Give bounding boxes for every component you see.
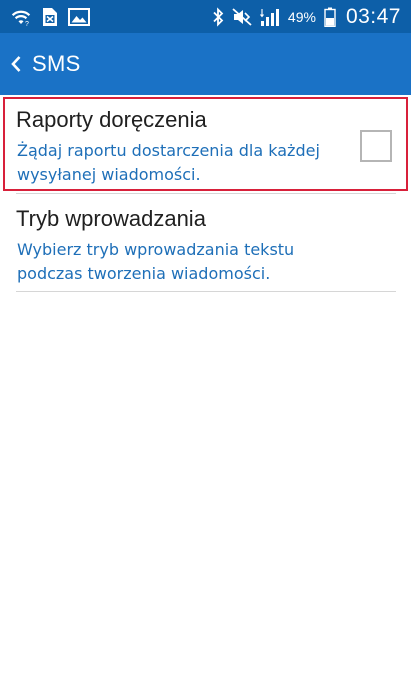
- list-item-delivery-reports[interactable]: Raporty doręczenia Żądaj raportu dostarc…: [0, 97, 411, 191]
- status-bar: ? 49% 03:47: [0, 0, 411, 33]
- battery-icon: [324, 7, 336, 27]
- signal-icon: [259, 7, 282, 27]
- chevron-left-icon: [10, 55, 22, 73]
- input-mode-title: Tryb wprowadzania: [16, 206, 206, 231]
- delivery-reports-title: Raporty doręczenia: [16, 107, 207, 132]
- wifi-icon: ?: [10, 7, 32, 27]
- list-item-input-mode[interactable]: Tryb wprowadzania Wybierz tryb wprowadza…: [0, 196, 411, 290]
- page-title: SMS: [32, 51, 81, 76]
- action-bar: SMS: [0, 33, 411, 95]
- divider: [16, 193, 396, 194]
- bluetooth-icon: [212, 6, 224, 27]
- svg-text:?: ?: [25, 21, 29, 27]
- sim-blocked-icon: [42, 7, 58, 27]
- input-mode-summary: Wybierz tryb wprowadzania tekstu podczas…: [17, 240, 295, 283]
- image-icon: [68, 8, 90, 26]
- status-bar-notification-icons: ?: [10, 6, 90, 28]
- delivery-reports-checkbox[interactable]: [360, 130, 392, 162]
- divider: [16, 291, 396, 292]
- status-bar-system-icons: 49% 03:47: [212, 0, 401, 33]
- clock: 03:47: [345, 4, 401, 28]
- battery-percentage: 49%: [287, 8, 316, 25]
- delivery-reports-summary: Żądaj raportu dostarczenia dla każdej wy…: [17, 141, 320, 184]
- mute-icon: [232, 7, 252, 26]
- back-button[interactable]: [0, 33, 28, 95]
